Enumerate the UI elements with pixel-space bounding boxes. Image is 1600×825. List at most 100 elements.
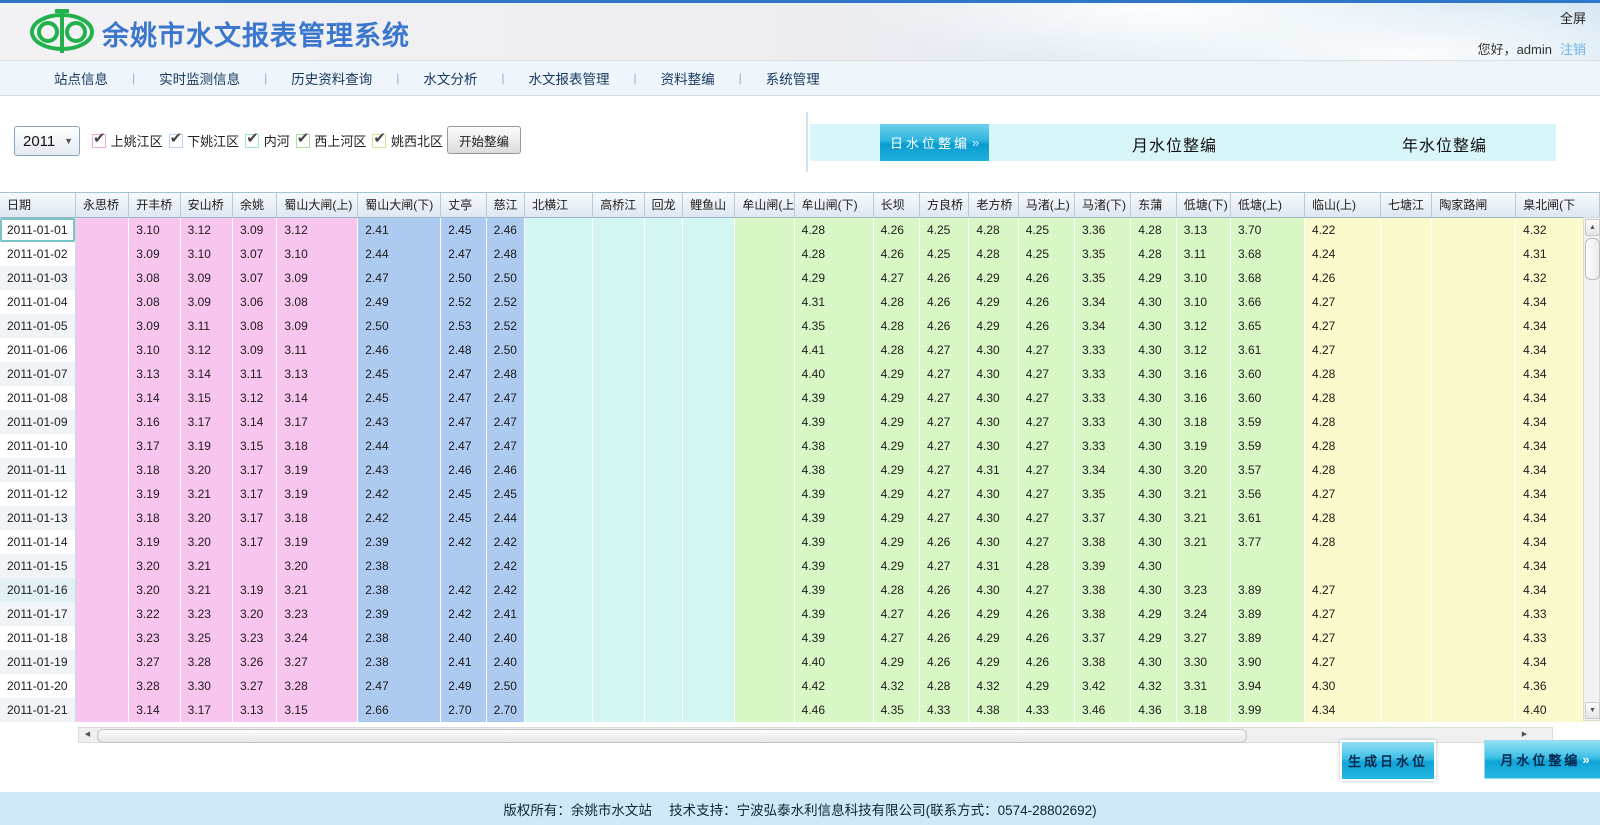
value-cell[interactable]: 3.60 (1231, 386, 1305, 410)
value-cell[interactable]: 4.27 (1305, 578, 1381, 602)
value-cell[interactable] (593, 578, 644, 602)
value-cell[interactable]: 2.44 (358, 434, 441, 458)
value-cell[interactable]: 4.26 (920, 290, 969, 314)
value-cell[interactable]: 4.40 (795, 650, 874, 674)
value-cell[interactable] (1381, 242, 1432, 266)
value-cell[interactable]: 2.42 (441, 578, 486, 602)
value-cell[interactable] (76, 218, 129, 242)
value-cell[interactable]: 4.26 (920, 626, 969, 650)
value-cell[interactable] (645, 698, 684, 722)
date-cell[interactable]: 2011-01-10 (0, 434, 76, 458)
value-cell[interactable]: 3.14 (277, 386, 358, 410)
value-cell[interactable]: 3.24 (1177, 602, 1231, 626)
value-cell[interactable]: 4.27 (920, 362, 969, 386)
value-cell[interactable] (1381, 650, 1432, 674)
value-cell[interactable]: 4.29 (874, 458, 920, 482)
value-cell[interactable]: 2.49 (358, 290, 441, 314)
value-cell[interactable]: 4.27 (1019, 578, 1075, 602)
value-cell[interactable]: 2.42 (487, 530, 526, 554)
value-cell[interactable]: 4.26 (1019, 626, 1075, 650)
value-cell[interactable]: 2.46 (487, 458, 526, 482)
value-cell[interactable]: 4.38 (795, 434, 874, 458)
value-cell[interactable]: 4.27 (1305, 626, 1381, 650)
value-cell[interactable] (735, 266, 794, 290)
value-cell[interactable]: 4.30 (1131, 458, 1176, 482)
value-cell[interactable] (645, 266, 684, 290)
value-cell[interactable]: 4.30 (1131, 482, 1176, 506)
value-cell[interactable] (645, 362, 684, 386)
value-cell[interactable]: 3.09 (181, 266, 233, 290)
value-cell[interactable]: 3.27 (129, 650, 180, 674)
value-cell[interactable]: 4.29 (874, 362, 920, 386)
value-cell[interactable]: 2.47 (358, 266, 441, 290)
value-cell[interactable]: 4.28 (874, 578, 920, 602)
value-cell[interactable]: 4.27 (1019, 338, 1075, 362)
value-cell[interactable] (593, 314, 644, 338)
value-cell[interactable]: 4.27 (1019, 434, 1075, 458)
value-cell[interactable] (683, 290, 735, 314)
value-cell[interactable] (735, 290, 794, 314)
value-cell[interactable] (525, 314, 593, 338)
value-cell[interactable]: 4.28 (1305, 434, 1381, 458)
value-cell[interactable]: 2.42 (487, 554, 526, 578)
value-cell[interactable]: 3.09 (129, 314, 180, 338)
value-cell[interactable] (525, 458, 593, 482)
value-cell[interactable]: 3.20 (277, 554, 358, 578)
value-cell[interactable]: 2.40 (487, 650, 526, 674)
value-cell[interactable]: 3.17 (233, 458, 277, 482)
value-cell[interactable] (735, 314, 794, 338)
value-cell[interactable]: 2.42 (441, 530, 486, 554)
value-cell[interactable] (1231, 554, 1305, 578)
value-cell[interactable] (683, 698, 735, 722)
value-cell[interactable]: 3.09 (277, 314, 358, 338)
value-cell[interactable] (76, 290, 129, 314)
value-cell[interactable]: 4.27 (1305, 314, 1381, 338)
value-cell[interactable]: 4.29 (874, 410, 920, 434)
start-compile-button[interactable]: 开始整编 (447, 126, 521, 154)
value-cell[interactable] (735, 506, 794, 530)
value-cell[interactable]: 2.42 (358, 506, 441, 530)
value-cell[interactable]: 4.27 (920, 458, 969, 482)
value-cell[interactable]: 3.10 (277, 242, 358, 266)
value-cell[interactable]: 2.52 (441, 290, 486, 314)
value-cell[interactable]: 4.40 (795, 362, 874, 386)
value-cell[interactable]: 4.32 (969, 674, 1018, 698)
value-cell[interactable]: 3.19 (1177, 434, 1231, 458)
value-cell[interactable] (593, 674, 644, 698)
value-cell[interactable]: 4.26 (920, 266, 969, 290)
value-cell[interactable] (1432, 458, 1516, 482)
value-cell[interactable] (1432, 530, 1516, 554)
value-cell[interactable] (1381, 626, 1432, 650)
value-cell[interactable]: 4.27 (1019, 410, 1075, 434)
nav-item-3[interactable]: 历史资料查询 (267, 68, 396, 88)
value-cell[interactable]: 4.27 (1019, 386, 1075, 410)
value-cell[interactable]: 4.28 (1131, 218, 1176, 242)
value-cell[interactable] (76, 674, 129, 698)
tab-2[interactable]: 月水位整编 (1132, 132, 1217, 156)
value-cell[interactable]: 3.35 (1075, 266, 1131, 290)
value-cell[interactable]: 2.47 (441, 434, 486, 458)
value-cell[interactable] (645, 218, 684, 242)
value-cell[interactable]: 4.29 (795, 266, 874, 290)
value-cell[interactable] (683, 242, 735, 266)
value-cell[interactable]: 4.29 (969, 314, 1018, 338)
value-cell[interactable]: 3.06 (233, 290, 277, 314)
value-cell[interactable]: 3.21 (181, 578, 233, 602)
value-cell[interactable]: 2.47 (487, 410, 526, 434)
value-cell[interactable]: 2.45 (487, 482, 526, 506)
value-cell[interactable]: 4.29 (1131, 626, 1176, 650)
value-cell[interactable] (645, 458, 684, 482)
region-checkbox-1[interactable]: ✔上姚江区 (92, 131, 163, 150)
value-cell[interactable]: 2.43 (358, 410, 441, 434)
value-cell[interactable]: 4.28 (795, 218, 874, 242)
value-cell[interactable]: 3.18 (1177, 410, 1231, 434)
value-cell[interactable]: 2.43 (358, 458, 441, 482)
value-cell[interactable] (1432, 338, 1516, 362)
nav-item-5[interactable]: 水文报表管理 (505, 68, 634, 88)
value-cell[interactable]: 2.45 (441, 218, 486, 242)
value-cell[interactable] (735, 674, 794, 698)
value-cell[interactable]: 3.16 (1177, 362, 1231, 386)
value-cell[interactable]: 2.70 (441, 698, 486, 722)
value-cell[interactable]: 3.12 (277, 218, 358, 242)
value-cell[interactable] (525, 626, 593, 650)
